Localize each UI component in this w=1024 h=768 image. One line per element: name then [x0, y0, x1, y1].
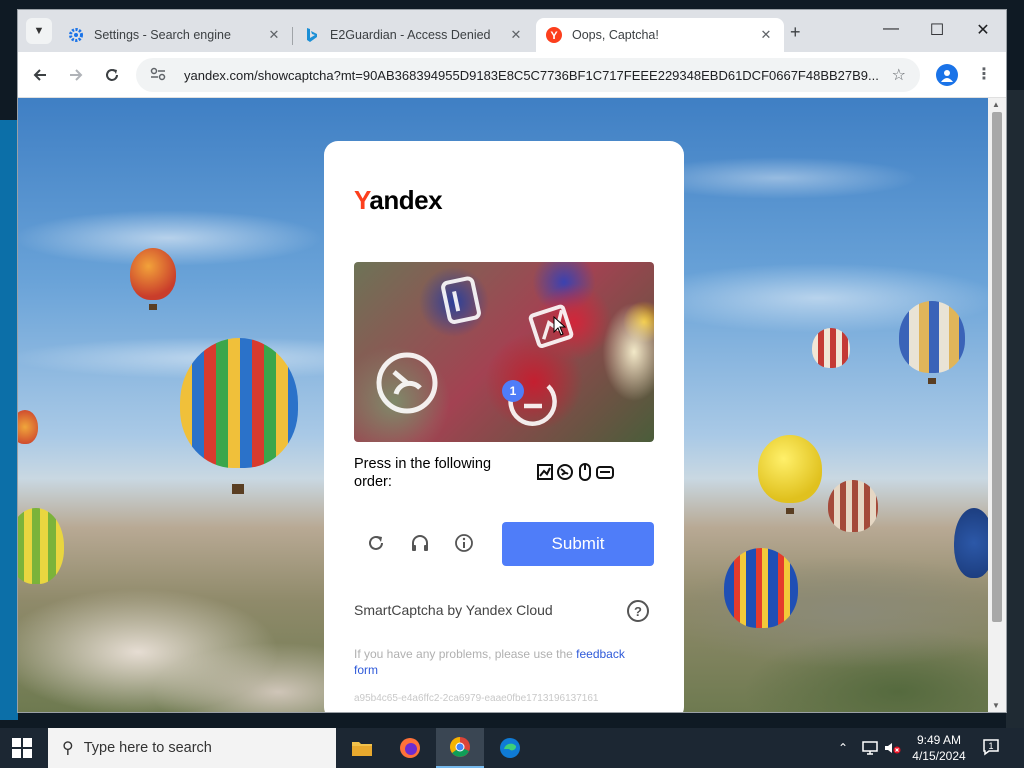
close-icon[interactable]: ✕: [758, 27, 774, 43]
tab-label: Oops, Captcha!: [572, 28, 659, 42]
reload-icon: [106, 69, 118, 81]
tray-chevron-icon[interactable]: ⌃: [838, 728, 848, 768]
speedometer-glyph-icon[interactable]: [374, 350, 440, 416]
svg-text:Y: Y: [550, 30, 558, 42]
order-sequence: [536, 463, 614, 481]
tab-strip: ▼ Settings - Search engine ✕ E2Guardian …: [18, 10, 1006, 52]
balloon-image: [130, 248, 176, 300]
balloon-image: [954, 508, 988, 578]
page-viewport: Yandex 1 Press in the following order: S…: [18, 98, 988, 712]
back-button[interactable]: [28, 63, 52, 87]
close-icon[interactable]: ✕: [508, 27, 524, 43]
captcha-image[interactable]: 1: [354, 262, 654, 442]
bing-icon: [304, 27, 320, 43]
balloon-basket: [232, 484, 244, 494]
bookmark-star-icon[interactable]: ☆: [892, 65, 906, 85]
refresh-icon: [369, 535, 383, 550]
smartcaptcha-brand: SmartCaptcha by Yandex Cloud: [354, 602, 553, 618]
selection-marker[interactable]: 1: [502, 380, 524, 402]
scrollbar-thumb[interactable]: [992, 112, 1002, 622]
gear-icon: [68, 27, 84, 43]
volume-muted-icon[interactable]: [884, 728, 902, 768]
site-info-icon[interactable]: [150, 67, 170, 84]
kebab-menu-icon[interactable]: ⋮: [976, 64, 992, 84]
captcha-card: Yandex 1 Press in the following order: S…: [324, 141, 684, 712]
profile-avatar-icon[interactable]: [936, 64, 958, 86]
balloon-image: [812, 328, 850, 368]
chart-order-icon: [537, 464, 553, 480]
balloon-image: [899, 301, 965, 373]
file-explorer-icon[interactable]: [338, 728, 386, 768]
help-icon[interactable]: ?: [627, 600, 649, 622]
feedback-text: If you have any problems, please use the…: [354, 647, 625, 677]
submit-button[interactable]: Submit: [502, 522, 654, 566]
reload-button[interactable]: [100, 63, 124, 87]
firefox-icon[interactable]: [386, 728, 434, 768]
url-text[interactable]: yandex.com/showcaptcha?mt=90AB368394955D…: [184, 68, 892, 83]
yandex-logo: Yandex: [354, 185, 443, 215]
tab-settings[interactable]: Settings - Search engine ✕: [58, 18, 292, 52]
address-bar[interactable]: yandex.com/showcaptcha?mt=90AB368394955D…: [136, 58, 920, 92]
chevron-down-icon: ▼: [33, 25, 45, 37]
maximize-button[interactable]: ☐: [914, 20, 960, 40]
arrow-right-icon: [70, 69, 83, 81]
chrome-icon[interactable]: [436, 728, 484, 768]
desktop-background-left: [0, 120, 18, 720]
tab-label: E2Guardian - Access Denied: [330, 28, 491, 42]
mouse-order-icon: [579, 463, 591, 481]
windows-taskbar: ⚲ Type here to search ⌃ 9:49 AM 4/15/202…: [0, 728, 1024, 768]
balloon-basket: [928, 378, 936, 384]
network-icon[interactable]: [862, 728, 878, 768]
balloon-image: [828, 480, 878, 532]
notification-center-icon[interactable]: 1: [982, 738, 1004, 758]
mouse-cursor-icon: [553, 316, 567, 336]
clock-date: 4/15/2024: [912, 749, 966, 763]
close-window-button[interactable]: ✕: [960, 20, 1006, 40]
phone-glyph-icon[interactable]: [440, 276, 484, 326]
page-scrollbar[interactable]: ▲ ▼: [988, 98, 1006, 712]
balloon-basket: [149, 304, 157, 310]
headphones-icon: [412, 535, 428, 551]
balloon-basket: [786, 508, 794, 514]
balloon-image: [758, 435, 822, 503]
captcha-hash: a95b4c65-e4a6ffc2-2ca6979-eaae0fbe171319…: [354, 693, 599, 704]
minimize-button[interactable]: —: [868, 20, 914, 38]
forward-button[interactable]: [64, 63, 88, 87]
tab-label: Settings - Search engine: [94, 28, 231, 42]
phone-order-icon: [596, 466, 614, 479]
captcha-instruction: Press in the following order:: [354, 456, 492, 490]
audio-captcha-button[interactable]: [408, 531, 432, 555]
scroll-up-icon[interactable]: ▲: [992, 100, 1000, 109]
speedometer-order-icon: [557, 464, 573, 480]
balloon-image: [724, 548, 798, 628]
clock-time: 9:49 AM: [916, 733, 962, 747]
browser-window: ▼ Settings - Search engine ✕ E2Guardian …: [18, 10, 1006, 712]
refresh-captcha-button[interactable]: [364, 531, 388, 555]
info-icon: [455, 534, 473, 552]
tab-search-button[interactable]: ▼: [26, 18, 52, 44]
close-icon[interactable]: ✕: [266, 27, 282, 43]
new-tab-button[interactable]: +: [790, 22, 801, 43]
tab-divider: [292, 27, 293, 45]
taskbar-search-placeholder: Type here to search: [83, 740, 212, 756]
yandex-icon: Y: [546, 27, 562, 43]
browser-toolbar: yandex.com/showcaptcha?mt=90AB368394955D…: [18, 52, 1006, 98]
scroll-down-icon[interactable]: ▼: [992, 701, 1000, 710]
system-clock[interactable]: 9:49 AM 4/15/2024: [904, 732, 974, 764]
search-icon: ⚲: [62, 740, 74, 757]
notification-count: 1: [988, 741, 993, 751]
balloon-image: [180, 338, 298, 468]
tab-captcha[interactable]: Y Oops, Captcha! ✕: [536, 18, 784, 52]
arrow-left-icon: [33, 69, 46, 81]
windows-start-icon[interactable]: [12, 738, 32, 758]
edge-icon[interactable]: [486, 728, 534, 768]
info-button[interactable]: [452, 531, 476, 555]
desktop-background-right: [1006, 90, 1024, 730]
taskbar-search-input[interactable]: ⚲ Type here to search: [48, 728, 336, 768]
tab-e2guardian[interactable]: E2Guardian - Access Denied ✕: [294, 18, 534, 52]
